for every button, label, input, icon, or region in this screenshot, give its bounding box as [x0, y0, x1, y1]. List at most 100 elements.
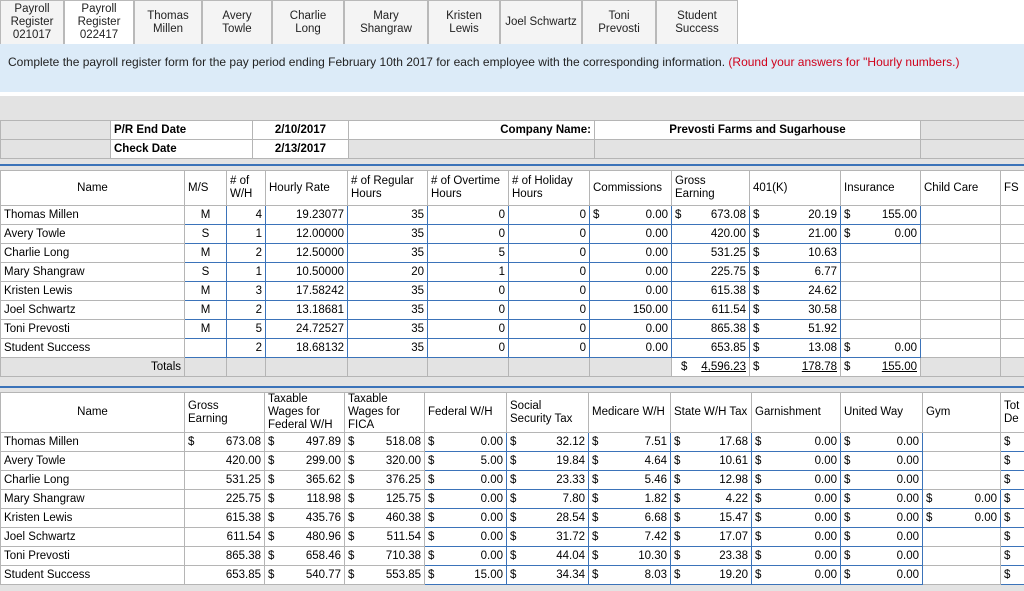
insurance[interactable]: [840, 281, 921, 301]
gym[interactable]: $0.00: [922, 489, 1001, 509]
state-wh-tax[interactable]: $15.47: [670, 508, 752, 528]
hourly-rate[interactable]: 18.68132: [265, 338, 348, 358]
child-care[interactable]: [920, 300, 1001, 320]
united-way[interactable]: $0.00: [840, 565, 923, 585]
withholding-count[interactable]: 5: [226, 319, 266, 339]
united-way[interactable]: $0.00: [840, 432, 923, 452]
withholding-count[interactable]: 1: [226, 224, 266, 244]
holiday-hours[interactable]: 0: [508, 224, 590, 244]
insurance[interactable]: [840, 243, 921, 263]
gym[interactable]: $0.00: [922, 508, 1001, 528]
hourly-rate[interactable]: 12.00000: [265, 224, 348, 244]
regular-hours[interactable]: 35: [347, 281, 428, 301]
tab-avery-towle[interactable]: Avery Towle: [202, 0, 272, 44]
overtime-hours[interactable]: 0: [427, 205, 509, 225]
gym[interactable]: [922, 565, 1001, 585]
federal-wh[interactable]: $0.00: [424, 508, 507, 528]
social-security-tax[interactable]: $28.54: [506, 508, 589, 528]
insurance[interactable]: $0.00: [840, 338, 921, 358]
child-care[interactable]: [920, 205, 1001, 225]
state-wh-tax[interactable]: $17.07: [670, 527, 752, 547]
total-deductions[interactable]: $: [1000, 565, 1024, 585]
state-wh-tax[interactable]: $12.98: [670, 470, 752, 490]
state-wh-tax[interactable]: $19.20: [670, 565, 752, 585]
401k[interactable]: $20.19: [749, 205, 841, 225]
federal-wh[interactable]: $5.00: [424, 451, 507, 471]
marital-status[interactable]: M: [184, 300, 227, 320]
pr-end-value[interactable]: 2/10/2017: [252, 120, 349, 140]
united-way[interactable]: $0.00: [840, 451, 923, 471]
overtime-hours[interactable]: 0: [427, 319, 509, 339]
united-way[interactable]: $0.00: [840, 489, 923, 509]
state-wh-tax[interactable]: $17.68: [670, 432, 752, 452]
regular-hours[interactable]: 35: [347, 338, 428, 358]
holiday-hours[interactable]: 0: [508, 338, 590, 358]
commissions[interactable]: 0.00: [589, 338, 672, 358]
child-care[interactable]: [920, 243, 1001, 263]
fs[interactable]: [1000, 319, 1024, 339]
gross-earning[interactable]: 615.38: [671, 281, 750, 301]
withholding-count[interactable]: 2: [226, 243, 266, 263]
garnishment[interactable]: $0.00: [751, 432, 841, 452]
hourly-rate[interactable]: 13.18681: [265, 300, 348, 320]
commissions[interactable]: 150.00: [589, 300, 672, 320]
fs[interactable]: [1000, 338, 1024, 358]
medicare-wh[interactable]: $8.03: [588, 565, 671, 585]
fs[interactable]: [1000, 243, 1024, 263]
regular-hours[interactable]: 20: [347, 262, 428, 282]
united-way[interactable]: $0.00: [840, 508, 923, 528]
social-security-tax[interactable]: $34.34: [506, 565, 589, 585]
withholding-count[interactable]: 2: [226, 338, 266, 358]
medicare-wh[interactable]: $7.42: [588, 527, 671, 547]
marital-status[interactable]: S: [184, 224, 227, 244]
united-way[interactable]: $0.00: [840, 470, 923, 490]
tab-joel-schwartz[interactable]: Joel Schwartz: [500, 0, 582, 44]
total-deductions[interactable]: $: [1000, 546, 1024, 566]
gross-earning[interactable]: 611.54: [671, 300, 750, 320]
overtime-hours[interactable]: 5: [427, 243, 509, 263]
tab-toni-prevosti[interactable]: Toni Prevosti: [582, 0, 656, 44]
child-care[interactable]: [920, 319, 1001, 339]
401k[interactable]: $21.00: [749, 224, 841, 244]
state-wh-tax[interactable]: $10.61: [670, 451, 752, 471]
garnishment[interactable]: $0.00: [751, 565, 841, 585]
check-date-value[interactable]: 2/13/2017: [252, 139, 349, 159]
garnishment[interactable]: $0.00: [751, 527, 841, 547]
gym[interactable]: [922, 451, 1001, 471]
social-security-tax[interactable]: $7.80: [506, 489, 589, 509]
gym[interactable]: [922, 546, 1001, 566]
gym[interactable]: [922, 432, 1001, 452]
federal-wh[interactable]: $15.00: [424, 565, 507, 585]
commissions[interactable]: 0.00: [589, 224, 672, 244]
tab-payroll-register-021017[interactable]: Payroll Register 021017: [0, 0, 64, 44]
child-care[interactable]: [920, 262, 1001, 282]
gross-earning[interactable]: 653.85: [671, 338, 750, 358]
gym[interactable]: [922, 527, 1001, 547]
medicare-wh[interactable]: $4.64: [588, 451, 671, 471]
child-care[interactable]: [920, 224, 1001, 244]
medicare-wh[interactable]: $7.51: [588, 432, 671, 452]
insurance[interactable]: [840, 300, 921, 320]
tab-payroll-register-022417[interactable]: Payroll Register 022417: [64, 0, 134, 44]
401k[interactable]: $13.08: [749, 338, 841, 358]
federal-wh[interactable]: $0.00: [424, 470, 507, 490]
social-security-tax[interactable]: $23.33: [506, 470, 589, 490]
hourly-rate[interactable]: 10.50000: [265, 262, 348, 282]
regular-hours[interactable]: 35: [347, 205, 428, 225]
regular-hours[interactable]: 35: [347, 319, 428, 339]
regular-hours[interactable]: 35: [347, 243, 428, 263]
total-deductions[interactable]: $: [1000, 432, 1024, 452]
insurance[interactable]: $0.00: [840, 224, 921, 244]
holiday-hours[interactable]: 0: [508, 205, 590, 225]
gross-earning[interactable]: 531.25: [671, 243, 750, 263]
401k[interactable]: $24.62: [749, 281, 841, 301]
commissions[interactable]: 0.00: [589, 262, 672, 282]
hourly-rate[interactable]: 24.72527: [265, 319, 348, 339]
commissions[interactable]: 0.00: [589, 281, 672, 301]
total-deductions[interactable]: $: [1000, 527, 1024, 547]
tab-charlie-long[interactable]: Charlie Long: [272, 0, 344, 44]
garnishment[interactable]: $0.00: [751, 489, 841, 509]
federal-wh[interactable]: $0.00: [424, 432, 507, 452]
commissions[interactable]: 0.00: [589, 243, 672, 263]
fs[interactable]: [1000, 205, 1024, 225]
